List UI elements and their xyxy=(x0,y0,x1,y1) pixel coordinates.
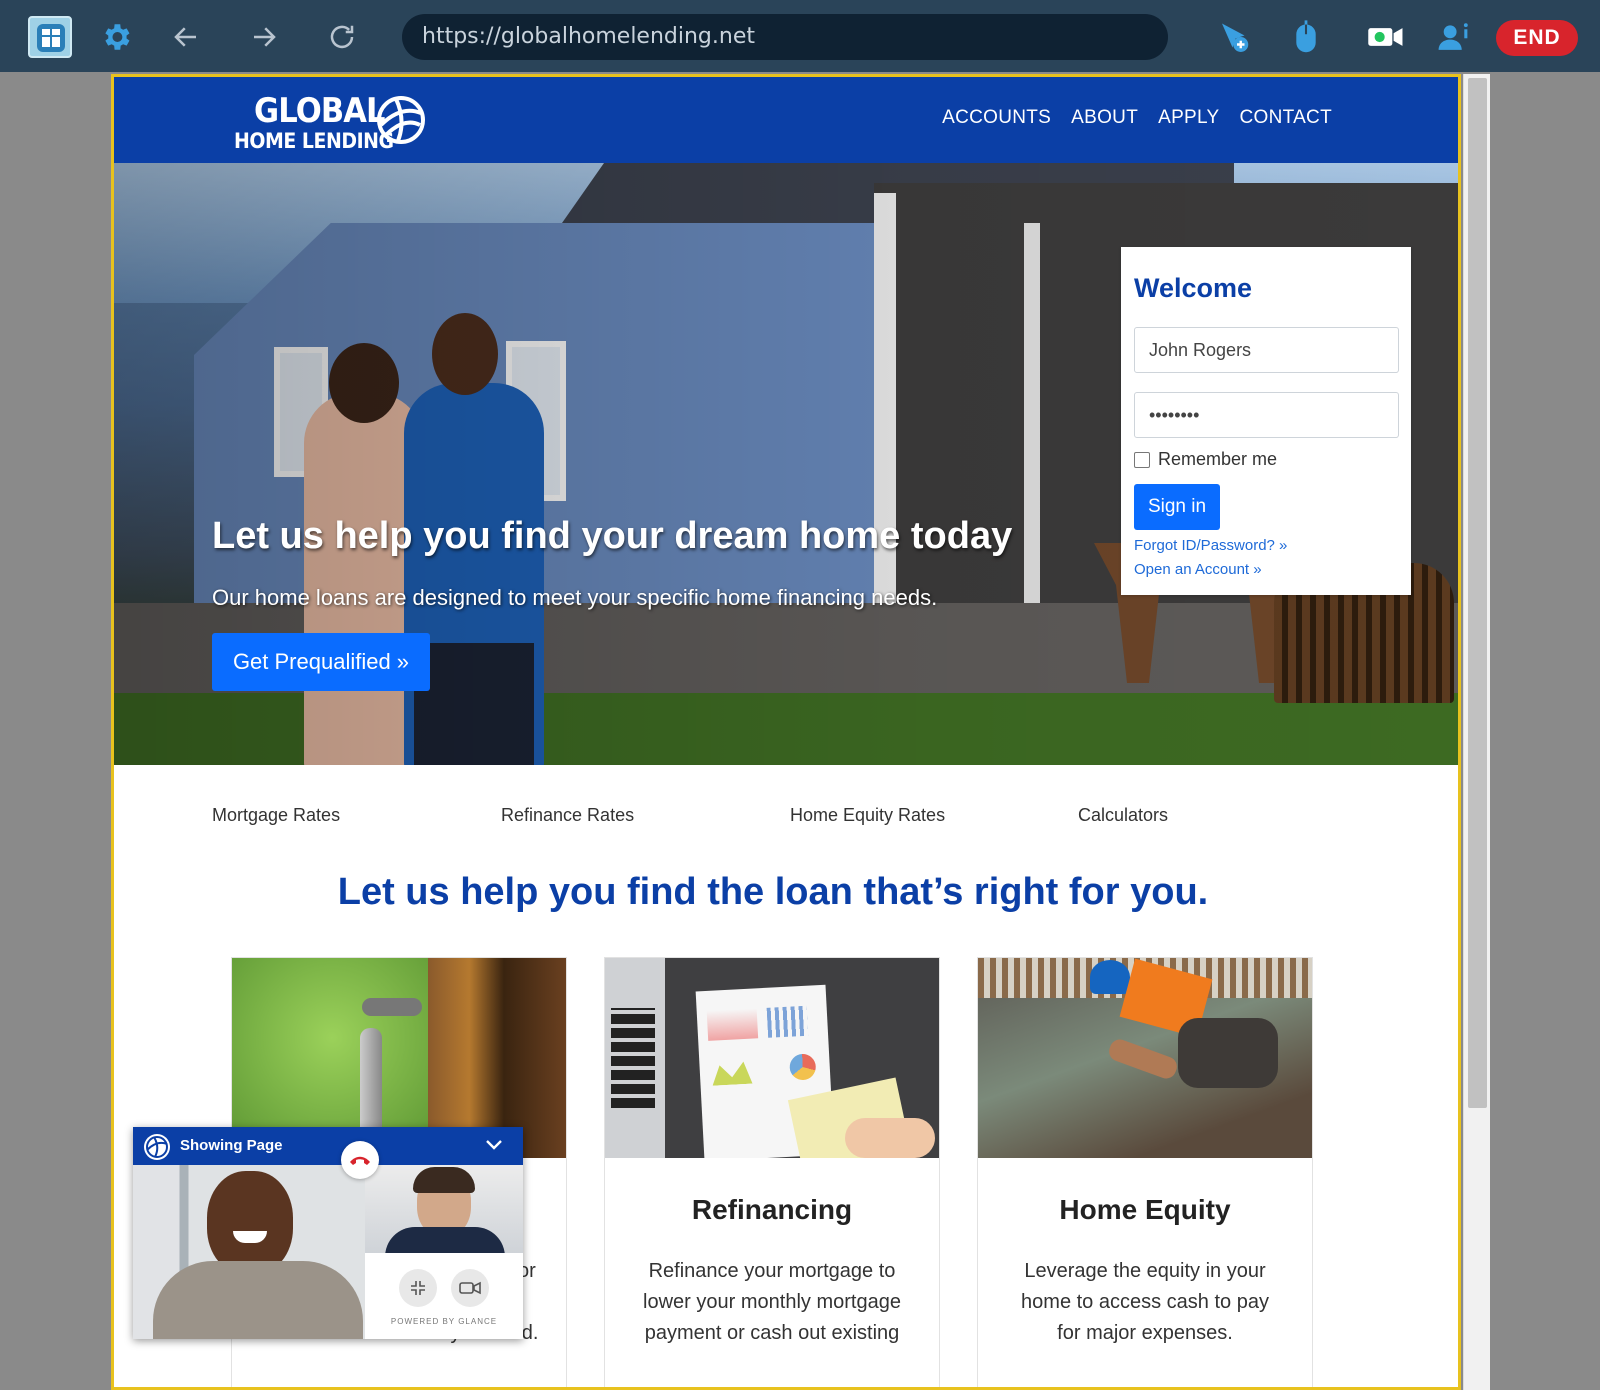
hero-subtitle: Our home loans are designed to meet your… xyxy=(212,585,938,610)
login-card: Welcome John Rogers •••••••• Remember me… xyxy=(1121,247,1411,595)
open-account-link[interactable]: Open an Account » xyxy=(1134,561,1262,578)
minimize-icon xyxy=(411,1281,425,1295)
card-3-title: Home Equity xyxy=(1059,1194,1231,1225)
user-info-icon[interactable] xyxy=(1434,18,1474,56)
forward-arrow-icon[interactable] xyxy=(244,18,284,56)
url-bar[interactable]: https://globalhomelending.net xyxy=(402,14,1168,60)
globe-icon xyxy=(144,1134,170,1160)
forgot-password-link[interactable]: Forgot ID/Password? » xyxy=(1134,537,1287,554)
toggle-camera-button[interactable] xyxy=(451,1269,489,1307)
video-widget-header: Showing Page xyxy=(133,1127,523,1165)
nav-about[interactable]: ABOUT xyxy=(1071,107,1138,129)
chevron-down-icon[interactable] xyxy=(485,1138,503,1152)
get-prequalified-button[interactable]: Get Prequalified » xyxy=(212,633,430,691)
home-equity-rates-link[interactable]: Home Equity Rates xyxy=(790,805,945,826)
globe-icon xyxy=(377,96,425,144)
brand-line-2: HOME LENDING xyxy=(234,129,394,153)
section-title: Let us help you find the loan that’s rig… xyxy=(337,871,1209,913)
username-field[interactable]: John Rogers xyxy=(1134,327,1399,373)
scrollbar-thumb[interactable] xyxy=(1468,78,1487,1108)
remember-me-checkbox[interactable] xyxy=(1134,451,1150,468)
site-header: GLOBAL HOME LENDING ACCOUNTS ABOUT APPLY… xyxy=(114,77,1458,163)
remember-me-label: Remember me xyxy=(1158,449,1278,469)
main-nav: ACCOUNTS ABOUT APPLY CONTACT xyxy=(942,107,1332,129)
video-controls: POWERED BY GLANCE xyxy=(365,1253,523,1339)
agent-video-feed xyxy=(365,1165,523,1253)
brand-line-1: GLOBAL xyxy=(254,91,386,131)
page-scrollbar[interactable] xyxy=(1463,74,1490,1390)
card-image-charts xyxy=(605,958,939,1158)
glance-logo-icon[interactable] xyxy=(28,16,72,58)
remember-me-row: Remember me xyxy=(1134,449,1277,470)
powered-by-label: POWERED BY GLANCE xyxy=(390,1317,498,1326)
brand-logo[interactable]: GLOBAL HOME LENDING xyxy=(234,87,434,153)
nav-contact[interactable]: CONTACT xyxy=(1239,107,1332,129)
video-camera-icon xyxy=(459,1281,481,1295)
loan-card-home-equity[interactable]: Home Equity Leverage the equity in your … xyxy=(977,957,1313,1387)
card-3-text: Leverage the equity in your home to acce… xyxy=(1021,1260,1269,1344)
rates-links: Mortgage Rates Refinance Rates Home Equi… xyxy=(212,805,1312,835)
refinance-rates-link[interactable]: Refinance Rates xyxy=(501,805,634,826)
loan-card-refinancing[interactable]: Refinancing Refinance your mortgage to l… xyxy=(604,957,940,1387)
video-chat-widget: Showing Page POWERED BY GLANCE xyxy=(133,1127,523,1339)
nav-accounts[interactable]: ACCOUNTS xyxy=(942,107,1051,129)
cobrowse-toolbar: https://globalhomelending.net END xyxy=(0,0,1600,72)
card-2-text: Refinance your mortgage to lower your mo… xyxy=(643,1260,901,1344)
password-field[interactable]: •••••••• xyxy=(1134,392,1399,438)
hero-title: Let us help you find your dream home tod… xyxy=(212,515,1013,557)
card-2-title: Refinancing xyxy=(691,1194,853,1225)
login-title: Welcome xyxy=(1134,273,1253,303)
add-pointer-icon[interactable] xyxy=(1214,18,1254,56)
mortgage-rates-link[interactable]: Mortgage Rates xyxy=(212,805,340,826)
mouse-control-icon[interactable] xyxy=(1286,18,1326,56)
reload-icon[interactable] xyxy=(322,18,362,56)
video-camera-icon[interactable] xyxy=(1366,18,1406,56)
back-arrow-icon[interactable] xyxy=(166,18,206,56)
calculators-link[interactable]: Calculators xyxy=(1078,805,1168,826)
card-image-builder xyxy=(978,958,1312,1158)
sign-in-button[interactable]: Sign in xyxy=(1134,484,1220,530)
nav-apply[interactable]: APPLY xyxy=(1158,107,1219,129)
video-widget-title: Showing Page xyxy=(180,1137,283,1154)
phone-hangup-icon xyxy=(350,1156,370,1165)
minimize-button[interactable] xyxy=(399,1269,437,1307)
end-session-button[interactable]: END xyxy=(1496,20,1578,56)
hero-banner: Let us help you find your dream home tod… xyxy=(114,163,1458,765)
settings-gear-icon[interactable] xyxy=(96,18,136,56)
customer-video-feed xyxy=(133,1165,365,1339)
hang-up-button[interactable] xyxy=(341,1141,379,1179)
